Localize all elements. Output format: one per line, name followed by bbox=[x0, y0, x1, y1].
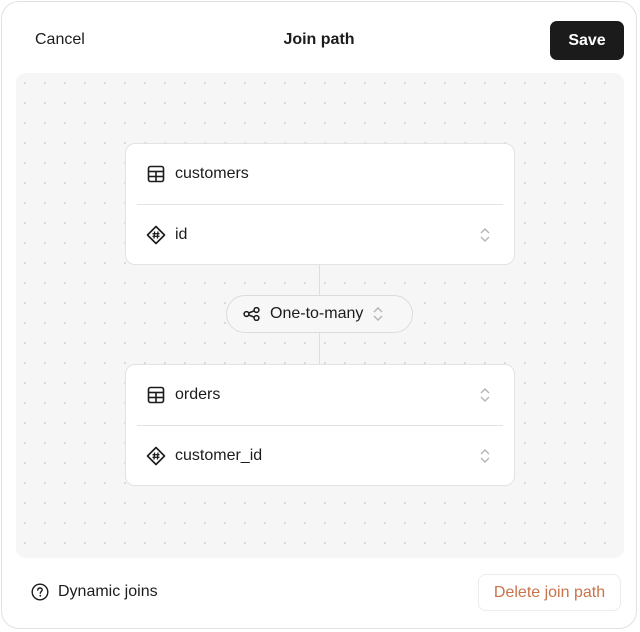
key-hash-icon bbox=[146, 225, 166, 245]
source-table-name: customers bbox=[175, 165, 249, 182]
dynamic-joins-label: Dynamic joins bbox=[58, 583, 158, 600]
table-icon bbox=[146, 385, 166, 405]
dialog-title: Join path bbox=[283, 31, 355, 48]
chevron-up-down-icon bbox=[478, 226, 492, 244]
chevron-up-down-icon bbox=[478, 447, 492, 465]
key-hash-icon bbox=[146, 446, 166, 466]
target-table-card: orders customer_id bbox=[125, 364, 515, 486]
save-button[interactable]: Save bbox=[550, 21, 624, 60]
target-column-select[interactable]: customer_id bbox=[137, 426, 503, 486]
dynamic-joins-help-link[interactable]: Dynamic joins bbox=[31, 583, 158, 601]
chevron-up-down-icon bbox=[478, 386, 492, 404]
source-column-select[interactable]: id bbox=[137, 205, 503, 265]
target-table-name: orders bbox=[175, 386, 221, 403]
source-column-name: id bbox=[175, 226, 188, 243]
delete-join-path-button[interactable]: Delete join path bbox=[478, 574, 621, 611]
relationship-label: One-to-many bbox=[270, 305, 364, 322]
target-table-select[interactable]: orders bbox=[137, 365, 503, 426]
source-table-row[interactable]: customers bbox=[137, 144, 503, 205]
chevron-up-down-icon bbox=[372, 306, 384, 322]
relationship-icon bbox=[243, 305, 261, 323]
table-icon bbox=[146, 164, 166, 184]
question-circle-icon bbox=[31, 583, 49, 601]
target-column-name: customer_id bbox=[175, 447, 263, 464]
source-table-card: customers id bbox=[125, 143, 515, 265]
relationship-select[interactable]: One-to-many bbox=[226, 295, 413, 333]
